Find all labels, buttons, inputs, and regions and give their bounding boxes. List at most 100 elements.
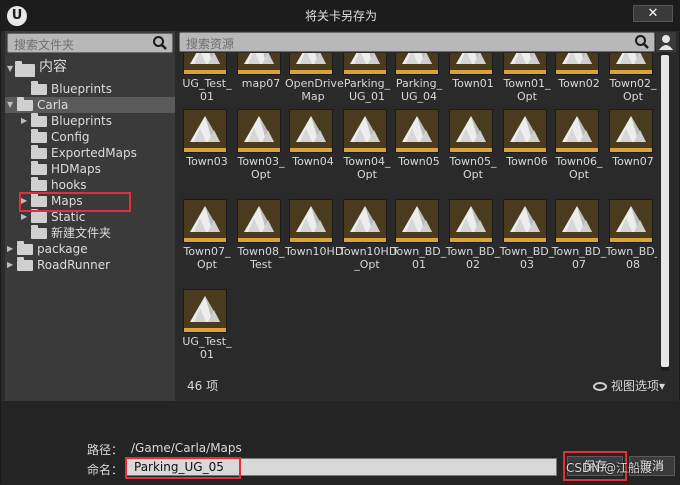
tree-item-label: 新建文件夹 <box>51 226 112 240</box>
level-thumbnail-icon <box>289 109 333 153</box>
chevron-down-icon[interactable]: ▼ <box>7 97 15 113</box>
asset-name: Town10HD _Opt <box>339 245 398 271</box>
chevron-right-icon[interactable]: ▶ <box>21 113 29 129</box>
folder-icon <box>31 145 47 159</box>
asset-name: Town07 <box>612 155 654 168</box>
asset-tile[interactable]: UG_Test_ 01 <box>179 289 232 373</box>
dialog-title: 将关卡另存为 <box>304 9 377 23</box>
asset-name: Town05 <box>398 155 440 168</box>
scrollbar-thumb[interactable] <box>661 55 669 367</box>
asset-count: 46 项 <box>187 379 219 393</box>
level-thumbnail-icon <box>289 199 333 243</box>
path-label: 路径： <box>87 443 124 457</box>
level-thumbnail-icon <box>183 289 227 333</box>
name-highlight <box>125 457 241 479</box>
asset-name: Town_BD_ 03 <box>499 245 555 271</box>
asset-tile[interactable]: Town07_ Opt <box>179 199 231 287</box>
asset-name: Town07_ Opt <box>183 245 231 271</box>
asset-tile[interactable]: Town04_ Opt <box>339 109 391 197</box>
title-bar: U 将关卡另存为 ✕ <box>1 1 680 31</box>
path-value: /Game/Carla/Maps <box>131 441 242 455</box>
chevron-down-icon[interactable]: ▼ <box>7 61 15 77</box>
tree-item-label: Config <box>51 130 90 144</box>
folder-icon <box>31 81 47 95</box>
level-thumbnail-icon <box>449 199 493 243</box>
asset-tile[interactable]: Town10HD <box>285 199 343 287</box>
tree-item-label: HDMaps <box>51 162 101 176</box>
asset-scrollbar[interactable] <box>661 53 669 371</box>
level-thumbnail-icon <box>555 109 599 153</box>
asset-name: Parking_ UG_04 <box>395 77 443 103</box>
asset-name: Town_BD_ 01 <box>391 245 447 271</box>
search-icon[interactable] <box>152 35 168 51</box>
maps-folder-highlight <box>19 192 131 212</box>
asset-tile[interactable]: Town_BD_ 01 <box>391 199 446 287</box>
asset-name: OpenDrive Map <box>285 77 344 103</box>
asset-name: map07 <box>241 77 281 90</box>
asset-name: UG_Test_ 01 <box>182 77 232 103</box>
asset-name: Parking_ UG_01 <box>343 77 391 103</box>
folder-icon <box>31 225 47 239</box>
asset-tile[interactable]: Town03_ Opt <box>233 109 285 197</box>
folder-icon <box>17 257 33 271</box>
folder-search-input[interactable]: 搜索文件夹 <box>7 33 173 53</box>
chevron-right-icon[interactable]: ▶ <box>7 257 15 273</box>
asset-tile[interactable]: Town_BD_ 08 <box>605 199 657 287</box>
level-thumbnail-icon <box>609 199 653 243</box>
folder-icon <box>15 61 35 77</box>
asset-tile[interactable]: Town_BD_ 02 <box>445 199 500 287</box>
asset-tile[interactable]: Town04 <box>285 109 335 197</box>
asset-name: Town04 <box>292 155 334 168</box>
asset-tile[interactable]: Town08_ Test <box>233 199 285 287</box>
chevron-down-icon: ▾ <box>659 379 666 393</box>
folder-icon <box>17 97 33 111</box>
asset-tile[interactable]: Town07 <box>605 109 655 197</box>
asset-name: Town03 <box>186 155 228 168</box>
close-button[interactable]: ✕ <box>633 5 673 22</box>
save-level-dialog: U 将关卡另存为 ✕ 搜索文件夹 ▼ 内容 Blueprints ▼ Carla ▶ Blu… <box>0 0 680 485</box>
asset-tile[interactable]: Town_BD_ 07 <box>551 199 606 287</box>
asset-tile[interactable]: Town05 <box>391 109 441 197</box>
asset-grid: UG_Test_ 01 map07 OpenDrive Map Parking_ UG… <box>177 53 657 373</box>
search-icon[interactable] <box>634 34 650 50</box>
tree-item-label: 内容 <box>39 59 67 75</box>
asset-name: Town01 <box>452 77 494 90</box>
level-thumbnail-icon <box>343 199 387 243</box>
asset-name: Town_BD_ 07 <box>551 245 607 271</box>
level-thumbnail-icon <box>503 199 547 243</box>
tree-item-label: Carla <box>37 98 69 112</box>
level-thumbnail-icon <box>395 53 439 75</box>
level-thumbnail-icon <box>343 53 387 75</box>
asset-name: Town08_ Test <box>237 245 285 271</box>
asset-tile[interactable]: Town10HD _Opt <box>339 199 397 287</box>
level-thumbnail-icon <box>609 53 653 75</box>
level-thumbnail-icon <box>237 53 281 75</box>
asset-tile[interactable]: Town03 <box>179 109 229 197</box>
level-thumbnail-icon <box>343 109 387 153</box>
level-thumbnail-icon <box>503 53 547 75</box>
level-thumbnail-icon <box>395 199 439 243</box>
user-icon[interactable] <box>656 32 676 52</box>
asset-tile[interactable]: Town06_ Opt <box>551 109 603 197</box>
asset-name: Town_BD_ 08 <box>605 245 657 271</box>
asset-name: Town02 <box>558 77 600 90</box>
level-thumbnail-icon <box>449 109 493 153</box>
level-thumbnail-icon <box>237 109 281 153</box>
asset-tile[interactable]: Town05_ Opt <box>445 109 497 197</box>
asset-search-input[interactable]: 搜索资源 <box>179 32 655 52</box>
asset-name: Town04_ Opt <box>343 155 391 181</box>
level-thumbnail-icon <box>609 109 653 153</box>
asset-tile[interactable]: Town_BD_ 03 <box>499 199 554 287</box>
asset-name: Town03_ Opt <box>237 155 285 181</box>
tree-item-label: hooks <box>51 178 87 192</box>
asset-tile[interactable]: Town06 <box>499 109 549 197</box>
folder-search-placeholder: 搜索文件夹 <box>14 38 75 52</box>
chevron-right-icon[interactable]: ▶ <box>7 241 15 257</box>
folder-icon <box>31 177 47 191</box>
view-options-button[interactable]: 视图选项▾ <box>593 377 665 394</box>
